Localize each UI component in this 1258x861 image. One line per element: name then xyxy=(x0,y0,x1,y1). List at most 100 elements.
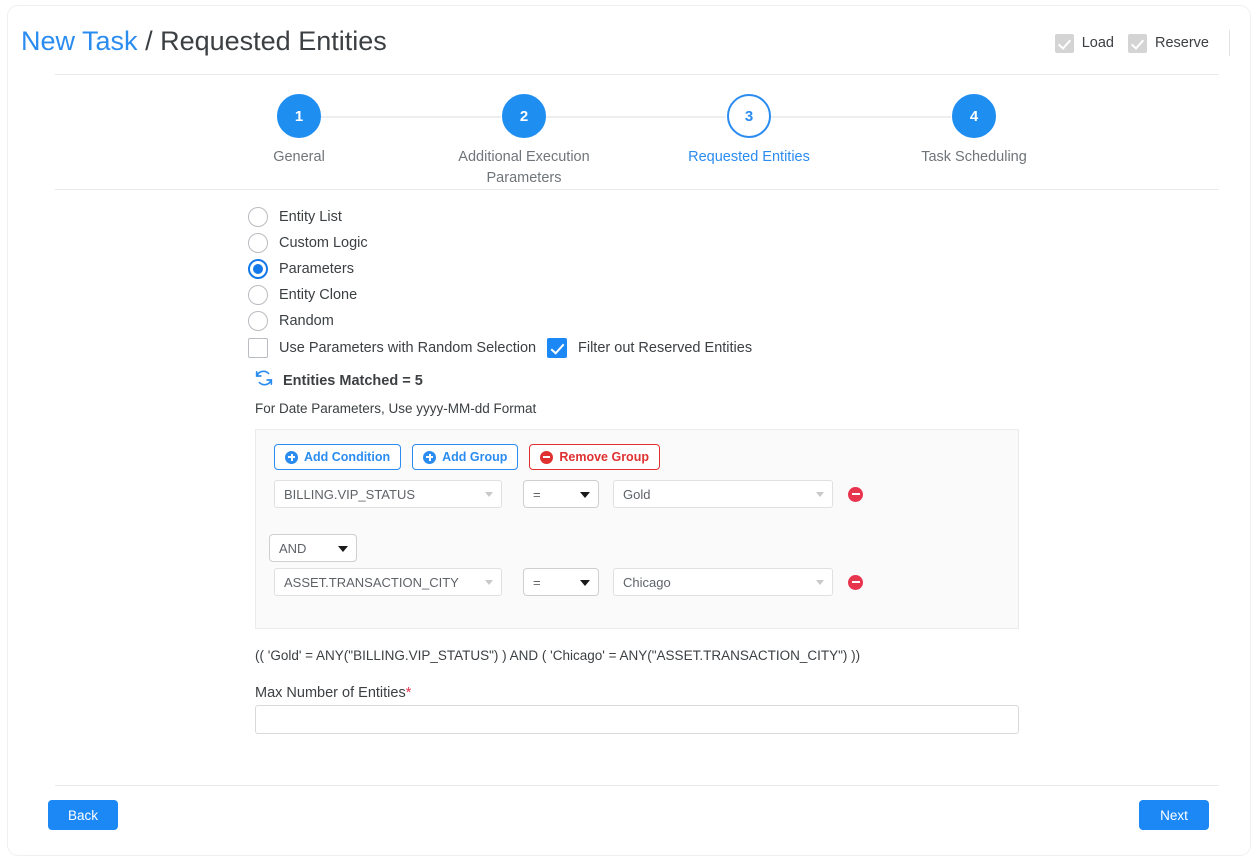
stepper-step-requested-entities[interactable]: 3 Requested Entities xyxy=(649,94,849,168)
stepper-step-number: 2 xyxy=(502,94,546,138)
condition-field-select[interactable]: BILLING.VIP_STATUS xyxy=(274,480,502,508)
condition-operator-value: = xyxy=(533,486,541,502)
max-entities-label-text: Max Number of Entities xyxy=(255,685,406,701)
checkbox-label: Use Parameters with Random Selection xyxy=(279,340,537,356)
header-check-reserve: Reserve xyxy=(1128,33,1209,53)
divider-footer xyxy=(55,785,1219,786)
checkbox-label: Filter out Reserved Entities xyxy=(578,340,753,356)
condition-row: ASSET.TRANSACTION_CITY = Chicago xyxy=(274,568,863,596)
remove-condition-icon[interactable] xyxy=(848,486,863,502)
header-divider xyxy=(1229,30,1230,56)
condition-field-select[interactable]: ASSET.TRANSACTION_CITY xyxy=(274,568,502,596)
add-condition-button[interactable]: Add Condition xyxy=(274,444,402,470)
header-check-reserve-label: Reserve xyxy=(1155,35,1209,51)
stepper-connector-1-2 xyxy=(321,116,501,118)
refresh-icon[interactable] xyxy=(254,368,274,393)
add-group-label: Add Group xyxy=(442,450,508,464)
content-card: New Task / Requested Entities Load Reser… xyxy=(8,6,1250,855)
chevron-down-icon xyxy=(485,580,493,585)
minus-circle-icon xyxy=(540,450,554,464)
stepper-step-label: Additional Execution Parameters xyxy=(458,149,590,186)
chevron-down-icon xyxy=(580,492,590,498)
wizard-stepper: 1 General 2 Additional Execution Paramet… xyxy=(8,94,1250,186)
stepper-connector-2-3 xyxy=(546,116,726,118)
stepper-step-additional-execution-parameters[interactable]: 2 Additional Execution Parameters xyxy=(424,94,624,189)
stepper-step-task-scheduling[interactable]: 4 Task Scheduling xyxy=(874,94,1074,168)
required-asterisk: * xyxy=(405,685,412,701)
condition-operator-select[interactable]: = xyxy=(523,568,599,596)
radio-option-custom-logic[interactable]: Custom Logic xyxy=(248,230,368,256)
back-button[interactable]: Back xyxy=(48,800,118,830)
condition-value-select[interactable]: Chicago xyxy=(613,568,833,596)
logic-operator-select[interactable]: AND xyxy=(269,534,357,562)
radio-option-label: Entity List xyxy=(279,209,342,225)
condition-field-value: ASSET.TRANSACTION_CITY xyxy=(284,574,459,590)
entities-matched: Entities Matched = 5 xyxy=(254,368,423,393)
chevron-down-icon xyxy=(580,580,590,586)
entities-matched-label: Entities Matched = 5 xyxy=(283,372,423,389)
condition-operator-value: = xyxy=(533,574,541,590)
condition-group-toolbar: Add Condition Add Group Remove Group xyxy=(274,444,660,470)
radio-unchecked-icon[interactable] xyxy=(248,311,268,331)
plus-circle-icon xyxy=(285,450,298,464)
checkbox-checked-disabled-icon xyxy=(1054,33,1074,53)
stepper-step-number: 4 xyxy=(952,94,996,138)
radio-unchecked-icon[interactable] xyxy=(248,233,268,253)
condition-value-select[interactable]: Gold xyxy=(613,480,833,508)
remove-group-button[interactable]: Remove Group xyxy=(529,444,660,470)
stepper-step-label: Requested Entities xyxy=(688,149,810,165)
radio-checked-icon[interactable] xyxy=(248,259,268,279)
divider-stepper-bottom xyxy=(55,189,1219,190)
breadcrumb-link-new-task[interactable]: New Task xyxy=(21,26,138,56)
logic-operator-value: AND xyxy=(279,540,307,556)
divider-top xyxy=(55,74,1219,75)
logic-operator-wrapper: AND xyxy=(269,534,357,562)
add-group-button[interactable]: Add Group xyxy=(412,444,519,470)
condition-value-text: Chicago xyxy=(623,574,671,590)
chevron-down-icon xyxy=(816,580,824,585)
max-entities-label: Max Number of Entities* xyxy=(255,685,411,701)
stepper-connector-3-4 xyxy=(771,116,951,118)
checkbox-unchecked-icon[interactable] xyxy=(248,338,268,358)
radio-option-entity-clone[interactable]: Entity Clone xyxy=(248,282,357,308)
checkbox-use-parameters-with-random-selection[interactable]: Use Parameters with Random Selection xyxy=(248,335,536,361)
chevron-down-icon xyxy=(338,546,348,552)
next-button[interactable]: Next xyxy=(1139,800,1209,830)
breadcrumb: New Task / Requested Entities xyxy=(21,26,387,57)
radio-option-entity-list[interactable]: Entity List xyxy=(248,204,342,230)
max-entities-input[interactable] xyxy=(255,705,1019,734)
condition-operator-select[interactable]: = xyxy=(523,480,599,508)
condition-value-text: Gold xyxy=(623,486,651,502)
radio-option-label: Parameters xyxy=(279,261,354,277)
generated-expression: (( 'Gold' = ANY("BILLING.VIP_STATUS") ) … xyxy=(255,648,861,663)
radio-unchecked-icon[interactable] xyxy=(248,207,268,227)
stepper-step-number: 3 xyxy=(727,94,771,138)
page-root: New Task / Requested Entities Load Reser… xyxy=(0,0,1258,861)
condition-row: BILLING.VIP_STATUS = Gold xyxy=(274,480,863,508)
remove-group-label: Remove Group xyxy=(559,450,649,464)
chevron-down-icon xyxy=(816,492,824,497)
stepper-step-label: Task Scheduling xyxy=(921,149,1027,165)
radio-option-label: Entity Clone xyxy=(279,287,358,303)
radio-unchecked-icon[interactable] xyxy=(248,285,268,305)
page-header: New Task / Requested Entities Load Reser… xyxy=(8,6,1250,74)
header-check-load: Load xyxy=(1054,33,1114,53)
condition-field-value: BILLING.VIP_STATUS xyxy=(284,486,416,502)
radio-option-random[interactable]: Random xyxy=(248,308,334,334)
checkbox-checked-icon[interactable] xyxy=(547,338,567,358)
date-format-hint: For Date Parameters, Use yyyy-MM-dd Form… xyxy=(255,401,537,416)
stepper-step-general[interactable]: 1 General xyxy=(199,94,399,168)
radio-option-parameters[interactable]: Parameters xyxy=(248,256,354,282)
header-check-load-label: Load xyxy=(1081,35,1114,51)
breadcrumb-separator: / xyxy=(145,26,153,56)
checkbox-filter-out-reserved-entities[interactable]: Filter out Reserved Entities xyxy=(547,335,752,361)
add-condition-label: Add Condition xyxy=(304,450,391,464)
condition-group-panel: Add Condition Add Group Remove Group BIL… xyxy=(255,429,1019,629)
radio-option-label: Random xyxy=(279,313,334,329)
breadcrumb-current: Requested Entities xyxy=(160,26,387,56)
stepper-step-number: 1 xyxy=(277,94,321,138)
checkbox-checked-disabled-icon xyxy=(1128,33,1147,53)
remove-condition-icon[interactable] xyxy=(848,574,863,590)
chevron-down-icon xyxy=(485,492,493,497)
header-checkbox-group: Load Reserve xyxy=(1054,30,1230,56)
